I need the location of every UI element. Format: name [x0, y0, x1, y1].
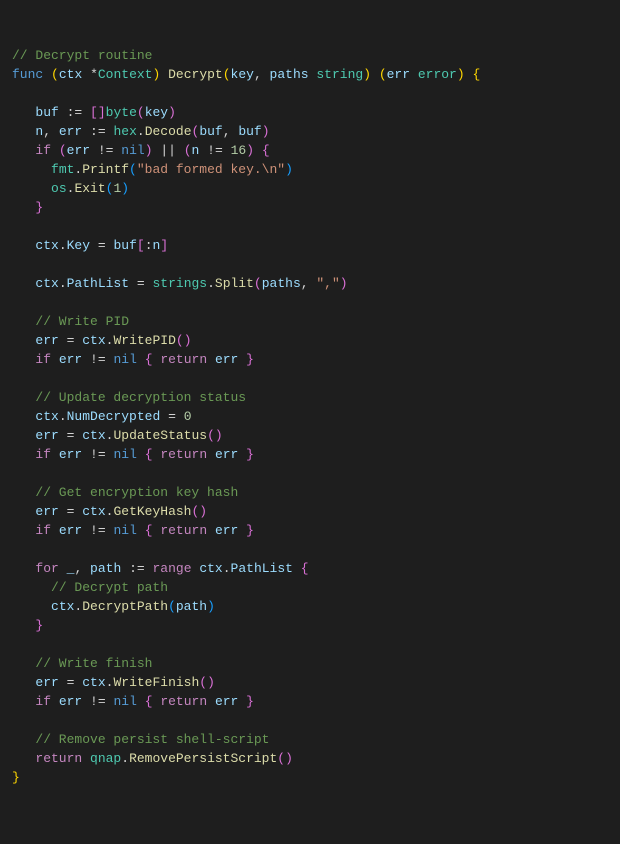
prop-pathlist: PathList — [67, 276, 129, 291]
pkg-strings: strings — [152, 276, 207, 291]
receiver-ctx: ctx — [59, 67, 82, 82]
comment-keyhash: // Get encryption key hash — [35, 485, 238, 500]
type-error: error — [418, 67, 457, 82]
comment-decrypt: // Decrypt path — [51, 580, 168, 595]
str-badkey: "bad formed key.\n" — [137, 162, 285, 177]
func-decrypt: Decrypt — [168, 67, 223, 82]
kw-if: if — [35, 143, 51, 158]
str-comma: "," — [316, 276, 339, 291]
comment-writepid: // Write PID — [35, 314, 129, 329]
param-paths: paths — [270, 67, 309, 82]
var-n: n — [35, 124, 43, 139]
comment-update: // Update decryption status — [35, 390, 246, 405]
pkg-qnap: qnap — [90, 751, 121, 766]
pkg-os: os — [51, 181, 67, 196]
comment-line: // Decrypt routine — [12, 48, 152, 63]
comment-remove: // Remove persist shell-script — [35, 732, 269, 747]
var-path: path — [90, 561, 121, 576]
prop-key: Key — [67, 238, 90, 253]
param-key: key — [231, 67, 254, 82]
ret-err: err — [387, 67, 410, 82]
type-string: string — [316, 67, 363, 82]
kw-for: for — [35, 561, 58, 576]
kw-range: range — [153, 561, 192, 576]
var-buf: buf — [35, 105, 58, 120]
kw-return: return — [160, 352, 207, 367]
comment-finish: // Write finish — [35, 656, 152, 671]
pkg-hex: hex — [113, 124, 136, 139]
prop-numdecrypted: NumDecrypted — [67, 409, 161, 424]
type-context: Context — [98, 67, 153, 82]
kw-func: func — [12, 67, 43, 82]
num-0: 0 — [184, 409, 192, 424]
num-16: 16 — [231, 143, 247, 158]
pkg-fmt: fmt — [51, 162, 74, 177]
code-block: // Decrypt routine func (ctx *Context) D… — [12, 46, 608, 787]
